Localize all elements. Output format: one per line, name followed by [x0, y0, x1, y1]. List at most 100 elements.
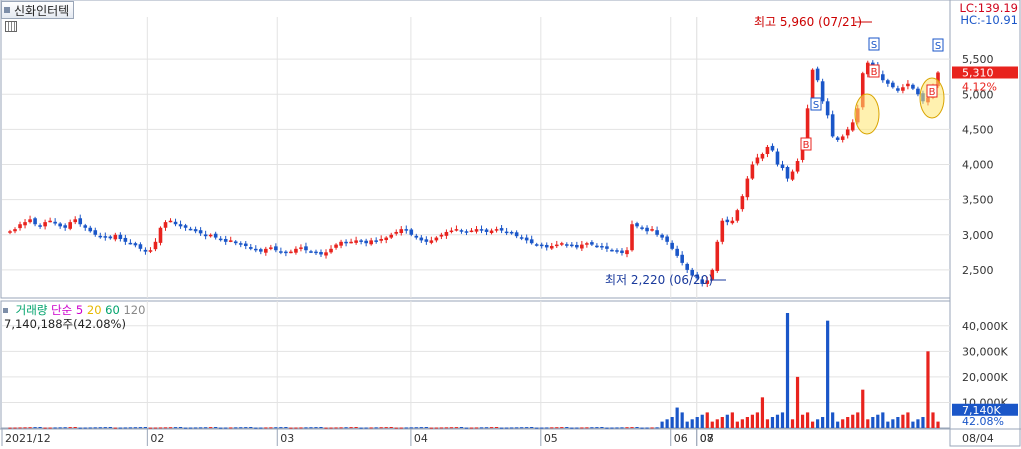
candle-body	[233, 241, 238, 244]
volume-bar	[274, 427, 278, 429]
candle-body	[183, 225, 188, 228]
stock-title-tab[interactable]: 신화인터텍	[1, 1, 75, 19]
candle-body	[585, 243, 589, 245]
volume-bar	[790, 419, 795, 428]
candle-body	[755, 157, 760, 164]
volume-bar	[359, 427, 363, 429]
volume-bar	[515, 427, 519, 429]
volume-bar	[13, 427, 17, 429]
volume-bar	[760, 397, 765, 428]
candle-body	[680, 254, 684, 263]
candle-body	[364, 240, 368, 244]
volume-bar	[585, 427, 589, 429]
volume-bar	[289, 427, 293, 429]
ma-type-label: 단순	[51, 303, 73, 317]
time-tick-label: 2021/12	[5, 432, 51, 445]
volume-bar	[414, 427, 418, 429]
volume-bar	[68, 427, 72, 429]
volume-bar	[780, 412, 785, 428]
volume-bar	[249, 427, 253, 429]
volume-bar	[319, 427, 323, 429]
candle-body	[620, 250, 624, 254]
candle-body	[720, 220, 725, 242]
volume-bar	[530, 427, 534, 429]
candle-body	[580, 244, 584, 249]
volume-bar	[861, 389, 865, 428]
candle-body	[73, 219, 78, 223]
signal-label: B	[929, 87, 936, 98]
ma120-label: 120	[123, 303, 146, 317]
volume-bar	[33, 427, 37, 429]
volume-bar	[118, 427, 122, 429]
volume-bar	[73, 427, 77, 429]
price-tick-label: 4,000	[962, 159, 994, 172]
volume-bar	[454, 427, 459, 429]
signal-label: B	[803, 140, 810, 151]
volume-bar	[841, 419, 845, 428]
candle-body	[519, 237, 524, 239]
candle-body	[730, 220, 735, 224]
volume-bar	[866, 419, 870, 428]
volume-bar	[510, 427, 514, 429]
candle-body	[63, 225, 67, 228]
volume-bar	[886, 421, 890, 428]
title-marker-icon	[4, 7, 10, 13]
candle-body	[354, 240, 358, 243]
candle-body	[314, 251, 318, 254]
calendar-icon[interactable]	[5, 21, 17, 32]
volume-bar	[555, 427, 559, 429]
volume-bar	[379, 427, 383, 429]
candle-body	[670, 242, 674, 249]
volume-bar	[439, 427, 443, 429]
volume-bar	[715, 419, 719, 428]
candle-body	[168, 220, 173, 223]
volume-bar	[675, 407, 679, 428]
candle-body	[108, 236, 113, 239]
candle-body	[780, 164, 785, 169]
candle-body	[188, 228, 193, 231]
candle-body	[414, 235, 419, 238]
volume-bar	[505, 427, 509, 429]
volume-bar	[464, 427, 469, 429]
volume-bar	[219, 427, 223, 429]
volume-bar	[264, 427, 268, 429]
candle-body	[600, 246, 604, 248]
candle-body	[38, 225, 42, 227]
candle-body	[770, 145, 775, 151]
volume-bar	[28, 427, 32, 429]
volume-bar	[78, 427, 82, 429]
time-tick-label: 04	[414, 432, 428, 445]
volume-bar	[926, 351, 930, 428]
volume-bar	[545, 427, 549, 429]
volume-bar	[936, 421, 940, 428]
candle-body	[334, 244, 338, 248]
candle-body	[665, 236, 669, 242]
volume-bar	[429, 427, 433, 429]
price-tick-label: 4,500	[962, 123, 994, 136]
volume-bar	[204, 427, 208, 429]
volume-bar	[183, 427, 188, 429]
candle-body	[359, 240, 363, 242]
candle-body	[344, 241, 348, 244]
volume-bar	[680, 412, 684, 428]
candle-body	[284, 251, 288, 254]
volume-bar	[148, 427, 153, 429]
volume-panel-frame	[0, 300, 951, 429]
candle-body	[289, 251, 293, 254]
candle-body	[635, 223, 639, 227]
volume-bar	[645, 427, 649, 429]
candle-body	[660, 234, 664, 238]
volume-bar	[640, 427, 644, 429]
low-annotation: 최저 2,220 (06/20)	[605, 273, 713, 287]
signal-label: S	[813, 100, 819, 111]
candle-body	[685, 263, 689, 270]
candle-body	[529, 239, 534, 244]
volume-bar	[876, 414, 880, 428]
volume-bar	[826, 320, 830, 428]
candle-body	[790, 171, 795, 180]
candle-body	[193, 229, 198, 232]
candle-body	[610, 249, 614, 252]
candle-body	[243, 243, 248, 247]
volume-bar	[394, 427, 398, 429]
volume-bar	[424, 427, 428, 429]
